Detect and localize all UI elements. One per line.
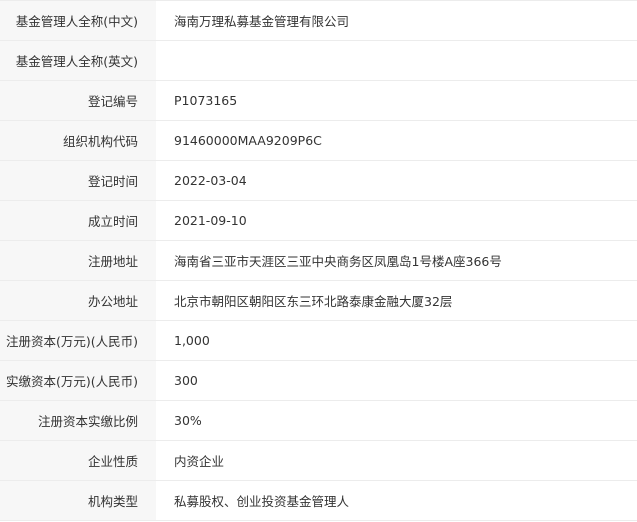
- table-row-registration-number: 登记编号 P1073165: [0, 80, 637, 121]
- row-value-registered-address: 海南省三亚市天涯区三亚中央商务区凤凰岛1号楼A座366号: [156, 240, 637, 281]
- row-value-english-name: [156, 40, 637, 81]
- row-label-registration-number: 登记编号: [0, 80, 156, 121]
- table-row-paid-ratio: 注册资本实缴比例 30%: [0, 400, 637, 441]
- table-row-english-name: 基金管理人全称(英文): [0, 40, 637, 81]
- row-value-registration-date: 2022-03-04: [156, 160, 637, 201]
- table-row-registration-date: 登记时间 2022-03-04: [0, 160, 637, 201]
- row-value-paid-ratio: 30%: [156, 400, 637, 441]
- row-label-registration-date: 登记时间: [0, 160, 156, 201]
- row-value-paid-capital: 300: [156, 360, 637, 401]
- row-label-registered-capital: 注册资本(万元)(人民币): [0, 320, 156, 361]
- table-row-paid-capital: 实缴资本(万元)(人民币) 300: [0, 360, 637, 401]
- table-row-institution-type: 机构类型 私募股权、创业投资基金管理人: [0, 480, 637, 521]
- manager-info-body: 基金管理人全称(中文) 海南万理私募基金管理有限公司 基金管理人全称(英文) 登…: [0, 0, 637, 521]
- row-label-office-address: 办公地址: [0, 280, 156, 321]
- row-value-established-date: 2021-09-10: [156, 200, 637, 241]
- row-label-chinese-name: 基金管理人全称(中文): [0, 0, 156, 41]
- row-value-registration-number: P1073165: [156, 80, 637, 121]
- row-label-paid-capital: 实缴资本(万元)(人民币): [0, 360, 156, 401]
- row-label-established-date: 成立时间: [0, 200, 156, 241]
- row-value-enterprise-nature: 内资企业: [156, 440, 637, 481]
- table-row-office-address: 办公地址 北京市朝阳区朝阳区东三环北路泰康金融大厦32层: [0, 280, 637, 321]
- row-value-chinese-name: 海南万理私募基金管理有限公司: [156, 0, 637, 41]
- row-label-institution-type: 机构类型: [0, 480, 156, 521]
- table-row-registered-address: 注册地址 海南省三亚市天涯区三亚中央商务区凤凰岛1号楼A座366号: [0, 240, 637, 281]
- row-label-registered-address: 注册地址: [0, 240, 156, 281]
- table-row-registered-capital: 注册资本(万元)(人民币) 1,000: [0, 320, 637, 361]
- row-value-org-code: 91460000MAA9209P6C: [156, 120, 637, 161]
- table-row-enterprise-nature: 企业性质 内资企业: [0, 440, 637, 481]
- row-label-paid-ratio: 注册资本实缴比例: [0, 400, 156, 441]
- table-row-org-code: 组织机构代码 91460000MAA9209P6C: [0, 120, 637, 161]
- row-value-office-address: 北京市朝阳区朝阳区东三环北路泰康金融大厦32层: [156, 280, 637, 321]
- table-row-established-date: 成立时间 2021-09-10: [0, 200, 637, 241]
- row-label-english-name: 基金管理人全称(英文): [0, 40, 156, 81]
- row-label-org-code: 组织机构代码: [0, 120, 156, 161]
- row-label-enterprise-nature: 企业性质: [0, 440, 156, 481]
- manager-info-table: 基金管理人全称(中文) 海南万理私募基金管理有限公司 基金管理人全称(英文) 登…: [0, 0, 637, 521]
- table-row-chinese-name: 基金管理人全称(中文) 海南万理私募基金管理有限公司: [0, 0, 637, 41]
- row-value-institution-type: 私募股权、创业投资基金管理人: [156, 480, 637, 521]
- row-value-registered-capital: 1,000: [156, 320, 637, 361]
